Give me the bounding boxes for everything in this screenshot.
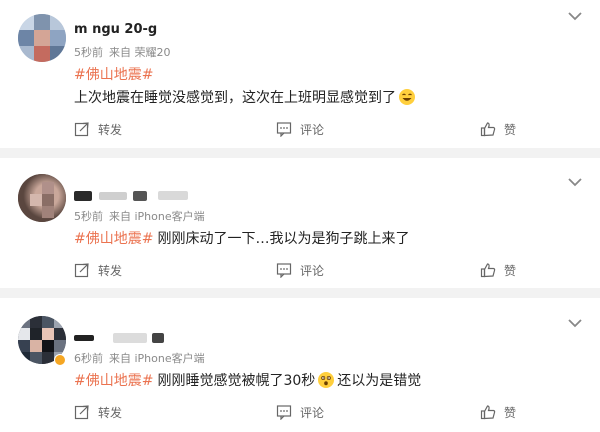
action-bar: 转发 评论 赞 bbox=[0, 401, 600, 423]
hashtag-link[interactable]: #佛山地震# bbox=[74, 67, 153, 83]
post-text: 上次地震在睡觉没感觉到，这次在上班明显感觉到了 bbox=[74, 87, 415, 107]
comment-icon bbox=[276, 122, 292, 137]
avatar[interactable] bbox=[18, 14, 66, 62]
post-content: #佛山地震# 刚刚床动了一下…我以为是狗子跳上来了 bbox=[74, 228, 409, 248]
blurred-name-block bbox=[133, 190, 148, 201]
post-content: #佛山地震# bbox=[74, 64, 153, 84]
username-blurred[interactable] bbox=[74, 330, 165, 345]
post-text-body: 上次地震在睡觉没感觉到，这次在上班明显感觉到了 bbox=[74, 90, 396, 106]
username-blurred[interactable] bbox=[74, 188, 188, 203]
repost-button[interactable]: 转发 bbox=[74, 118, 122, 140]
like-button[interactable]: 赞 bbox=[480, 259, 516, 281]
like-label: 赞 bbox=[504, 122, 517, 137]
laughing-emoji-icon bbox=[399, 89, 415, 105]
comment-label: 评论 bbox=[300, 405, 325, 420]
comment-label: 评论 bbox=[300, 263, 325, 278]
repost-label: 转发 bbox=[98, 122, 123, 137]
post-2: 5秒前 来自 iPhone客户端 #佛山地震# 刚刚床动了一下…我以为是狗子跳上来了… bbox=[0, 158, 600, 288]
post-time: 6秒前 bbox=[74, 352, 103, 365]
blurred-name-block bbox=[152, 332, 165, 343]
action-bar: 转发 评论 赞 bbox=[0, 118, 600, 140]
chevron-down-icon[interactable] bbox=[568, 177, 582, 187]
post-meta: 6秒前 来自 iPhone客户端 bbox=[74, 350, 211, 366]
post-time: 5秒前 bbox=[74, 46, 103, 59]
post-source: 来自 iPhone客户端 bbox=[109, 352, 205, 365]
comment-button[interactable]: 评论 bbox=[276, 118, 324, 140]
blurred-name-block bbox=[157, 191, 188, 200]
chevron-down-icon[interactable] bbox=[568, 318, 582, 328]
comment-icon bbox=[276, 263, 292, 278]
post-text-tail: 还以为是错觉 bbox=[337, 373, 422, 389]
post-meta: 5秒前 来自 荣耀20 bbox=[74, 44, 177, 60]
repost-icon bbox=[74, 405, 89, 420]
post-source: 来自 iPhone客户端 bbox=[109, 210, 205, 223]
blurred-name-block bbox=[74, 190, 92, 201]
repost-icon bbox=[74, 263, 89, 278]
repost-button[interactable]: 转发 bbox=[74, 401, 122, 423]
comment-button[interactable]: 评论 bbox=[276, 259, 324, 281]
post-text-body: 刚刚床动了一下…我以为是狗子跳上来了 bbox=[157, 231, 410, 247]
like-label: 赞 bbox=[504, 263, 517, 278]
avatar[interactable] bbox=[18, 174, 66, 222]
action-bar: 转发 评论 赞 bbox=[0, 259, 600, 281]
post-1: m ngu 20-g 5秒前 来自 荣耀20 #佛山地震# 上次地震在睡觉没感觉到… bbox=[0, 0, 600, 148]
verified-badge-icon bbox=[54, 354, 66, 366]
comment-icon bbox=[276, 405, 292, 420]
repost-button[interactable]: 转发 bbox=[74, 259, 122, 281]
repost-icon bbox=[74, 122, 89, 137]
post-content: #佛山地震# 刚刚睡觉感觉被幌了30秒 还以为是错觉 bbox=[74, 370, 421, 390]
chevron-down-icon[interactable] bbox=[568, 11, 582, 21]
thumbs-up-icon bbox=[480, 122, 496, 137]
post-text-body: 刚刚睡觉感觉被幌了30秒 bbox=[157, 373, 316, 389]
repost-label: 转发 bbox=[98, 405, 123, 420]
hashtag-link[interactable]: #佛山地震# bbox=[74, 373, 153, 389]
hashtag-link[interactable]: #佛山地震# bbox=[74, 231, 153, 247]
thumbs-up-icon bbox=[480, 263, 496, 278]
username[interactable]: m ngu 20-g bbox=[74, 22, 157, 37]
thumbs-up-icon bbox=[480, 405, 496, 420]
weibo-feed: m ngu 20-g 5秒前 来自 荣耀20 #佛山地震# 上次地震在睡觉没感觉到… bbox=[0, 0, 600, 432]
blurred-name-block bbox=[74, 334, 94, 341]
blurred-name-block bbox=[98, 191, 127, 200]
like-label: 赞 bbox=[504, 405, 517, 420]
post-source: 来自 荣耀20 bbox=[109, 46, 171, 59]
comment-label: 评论 bbox=[300, 122, 325, 137]
post-meta: 5秒前 来自 iPhone客户端 bbox=[74, 208, 211, 224]
post-3: 6秒前 来自 iPhone客户端 #佛山地震# 刚刚睡觉感觉被幌了30秒 还以为是错… bbox=[0, 298, 600, 432]
surprised-emoji-icon bbox=[318, 372, 335, 388]
repost-label: 转发 bbox=[98, 263, 123, 278]
like-button[interactable]: 赞 bbox=[480, 401, 516, 423]
comment-button[interactable]: 评论 bbox=[276, 401, 324, 423]
blurred-name-block bbox=[112, 332, 147, 343]
like-button[interactable]: 赞 bbox=[480, 118, 516, 140]
post-time: 5秒前 bbox=[74, 210, 103, 223]
